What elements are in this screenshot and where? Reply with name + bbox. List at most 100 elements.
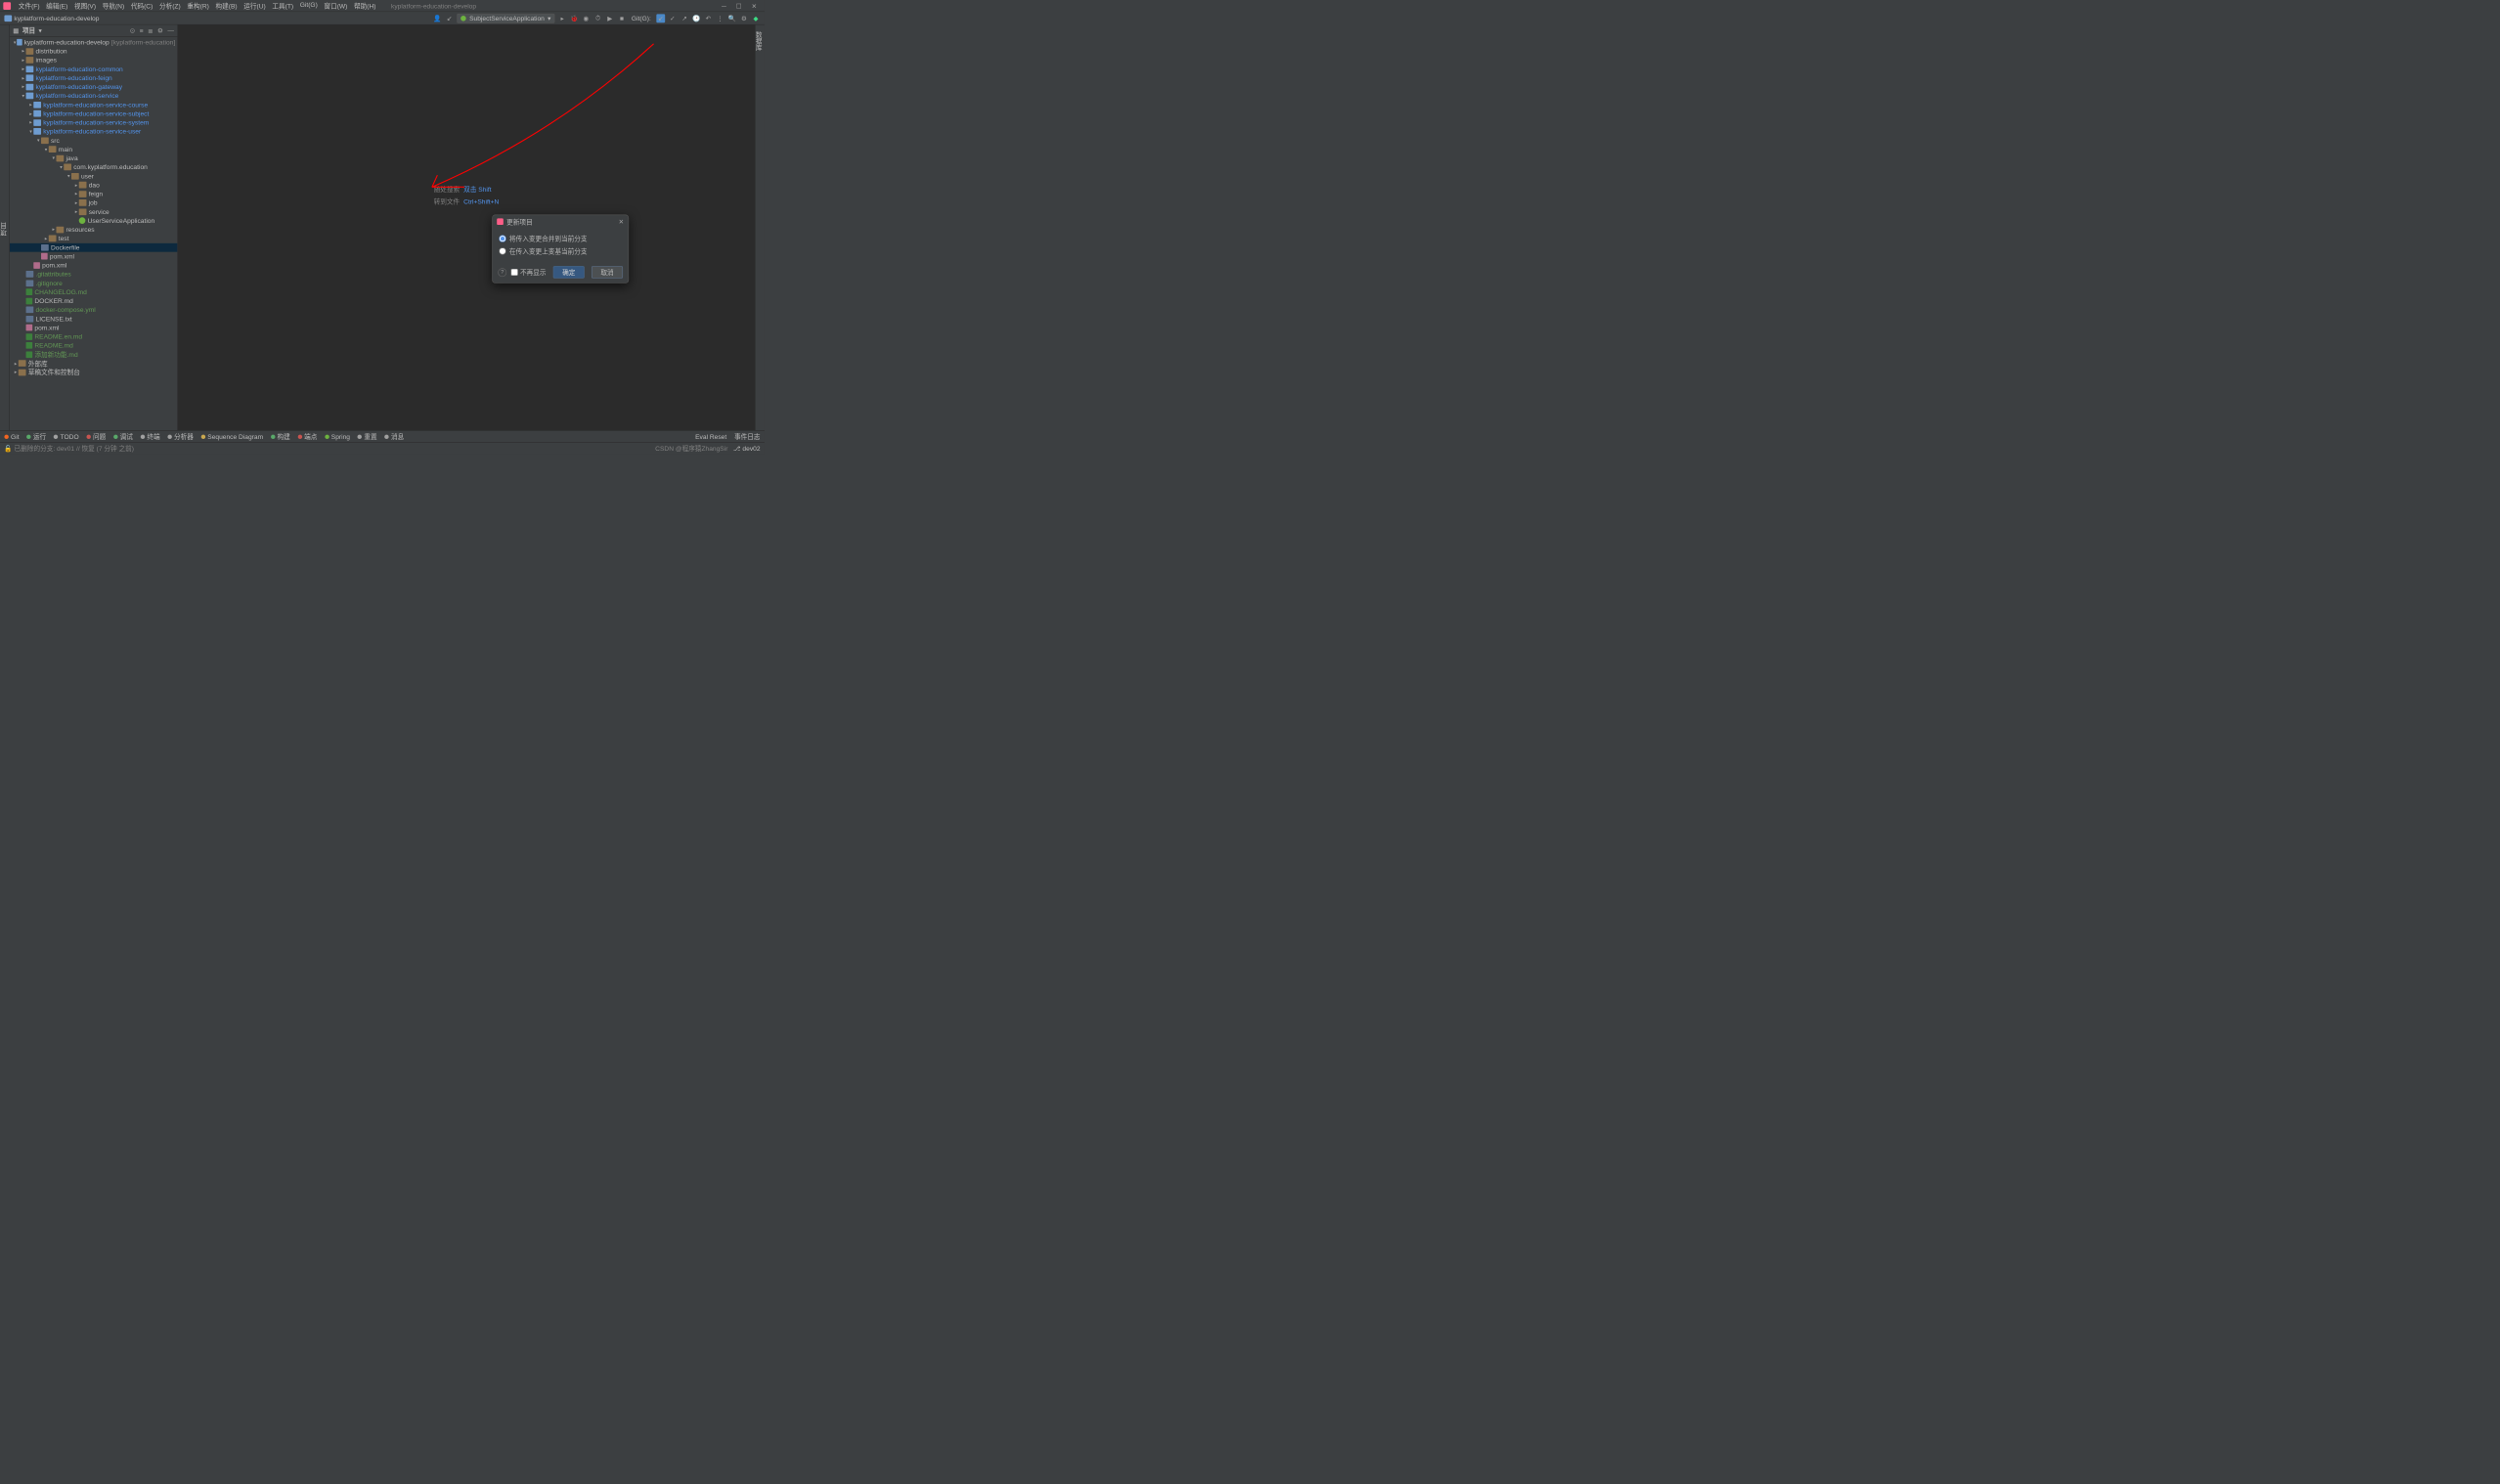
tree-row[interactable]: pom.xml: [10, 252, 177, 261]
tree-row[interactable]: LICENSE.txt: [10, 315, 177, 324]
tree-row[interactable]: ▸job: [10, 198, 177, 207]
tree-row[interactable]: ▸resources: [10, 225, 177, 234]
tree-row[interactable]: ▾user: [10, 172, 177, 181]
git-branch[interactable]: ⎇ dev02: [733, 445, 761, 453]
run-icon[interactable]: ▶: [605, 14, 614, 22]
menu-item-2[interactable]: 视图(V): [71, 0, 100, 12]
bottom-tab-问题[interactable]: 问题: [86, 432, 106, 441]
collapse-all-icon[interactable]: ≣: [148, 26, 154, 34]
dialog-close-icon[interactable]: ✕: [619, 218, 625, 226]
tree-row[interactable]: .gitattributes: [10, 270, 177, 279]
menu-item-6[interactable]: 重构(R): [184, 0, 212, 12]
radio-rebase-input[interactable]: [499, 247, 505, 254]
tree-row[interactable]: ▸kyplatform-education-service-system: [10, 118, 177, 127]
tree-row[interactable]: ▸feign: [10, 190, 177, 198]
menu-item-4[interactable]: 代码(C): [128, 0, 156, 12]
tree-row[interactable]: ▸images: [10, 56, 177, 65]
bottom-tab-重置[interactable]: 重置: [358, 432, 377, 441]
coverage-icon[interactable]: ◉: [582, 14, 591, 22]
back-arrow-icon[interactable]: ↙: [445, 14, 454, 22]
bottom-tab-spring[interactable]: Spring: [325, 432, 350, 441]
gutter-project[interactable]: 项目: [0, 28, 9, 430]
tree-row[interactable]: ▸kyplatform-education-service-subject: [10, 109, 177, 118]
search-icon[interactable]: 🔍: [727, 14, 736, 22]
tree-row[interactable]: ▸草稿文件和控制台: [10, 368, 177, 376]
tree-row[interactable]: pom.xml: [10, 324, 177, 332]
tree-row[interactable]: UserServiceApplication: [10, 216, 177, 225]
no-show-input[interactable]: [511, 269, 518, 276]
radio-merge-input[interactable]: [499, 236, 505, 242]
tree-row[interactable]: ▸distribution: [10, 47, 177, 56]
tree-row[interactable]: ▸test: [10, 234, 177, 242]
bottom-tab-端点[interactable]: 端点: [297, 432, 317, 441]
run-config-selector[interactable]: SubjectServiceApplication ▾: [457, 14, 554, 23]
menu-item-5[interactable]: 分析(Z): [156, 0, 184, 12]
tree-row[interactable]: ▾src: [10, 136, 177, 145]
tree-row[interactable]: ▸kyplatform-education-service-course: [10, 101, 177, 109]
gear-icon[interactable]: ⚙: [740, 14, 749, 22]
bottom-tab-消息[interactable]: 消息: [384, 432, 404, 441]
expand-all-icon[interactable]: ≡: [140, 26, 144, 34]
maximize-icon[interactable]: ☐: [736, 2, 742, 10]
radio-rebase[interactable]: 在传入变更上变基当前分支: [499, 245, 622, 258]
tree-row[interactable]: ▾main: [10, 145, 177, 153]
event-log-tab[interactable]: 事件日志: [734, 432, 761, 441]
bottom-tab-sequence-diagram[interactable]: Sequence Diagram: [201, 432, 263, 441]
menu-item-12[interactable]: 帮助(H): [351, 0, 379, 12]
gutter-database[interactable]: 数据库: [753, 28, 765, 430]
tree-row[interactable]: README.md: [10, 341, 177, 350]
tree-row[interactable]: docker-compose.yml: [10, 305, 177, 314]
update-project-icon[interactable]: ↙: [656, 14, 665, 22]
bottom-tab-终端[interactable]: 终端: [141, 432, 160, 441]
tree-row[interactable]: ▸service: [10, 207, 177, 216]
bottom-tab-运行[interactable]: 运行: [26, 432, 46, 441]
bug-icon[interactable]: 🐞: [570, 14, 579, 22]
menu-item-7[interactable]: 构建(B): [212, 0, 241, 12]
push-icon[interactable]: ↗: [680, 14, 689, 22]
more-icon[interactable]: ⋮: [716, 14, 724, 22]
menu-item-3[interactable]: 导航(N): [99, 0, 127, 12]
rollback-icon[interactable]: ↶: [704, 14, 713, 22]
tree-row[interactable]: DOCKER.md: [10, 296, 177, 305]
gear-icon[interactable]: ⚙: [157, 26, 163, 34]
tree-row[interactable]: README.en.md: [10, 332, 177, 341]
no-show-checkbox[interactable]: 不再显示: [511, 268, 547, 277]
menu-item-8[interactable]: 运行(U): [241, 0, 269, 12]
project-tree[interactable]: ▾kyplatform-education-develop[kyplatform…: [10, 37, 177, 431]
radio-merge[interactable]: 将传入变更合并到当前分支: [499, 233, 622, 245]
bottom-tab-git[interactable]: Git: [4, 432, 19, 441]
menu-item-1[interactable]: 编辑(E): [43, 0, 71, 12]
ide-icon[interactable]: ◆: [752, 14, 761, 22]
stop-icon[interactable]: ■: [618, 14, 627, 22]
tree-row[interactable]: pom.xml: [10, 261, 177, 270]
commit-icon[interactable]: ✓: [669, 14, 678, 22]
tree-row[interactable]: ▸kyplatform-education-gateway: [10, 82, 177, 91]
menu-item-9[interactable]: 工具(T): [269, 0, 296, 12]
ok-button[interactable]: 确定: [553, 266, 585, 279]
profiler-icon[interactable]: ⏱: [593, 14, 602, 22]
bottom-tab-分析器[interactable]: 分析器: [167, 432, 194, 441]
tree-row[interactable]: ▾kyplatform-education-service-user: [10, 127, 177, 136]
tree-row[interactable]: CHANGELOG.md: [10, 287, 177, 296]
bottom-tab-todo[interactable]: TODO: [54, 432, 79, 441]
tree-row[interactable]: Dockerfile: [10, 243, 177, 252]
minimize-icon[interactable]: ─: [722, 2, 726, 10]
history-icon[interactable]: 🕑: [692, 14, 701, 22]
menu-item-10[interactable]: Git(G): [296, 0, 321, 12]
status-lock-icon[interactable]: 🔓: [4, 445, 12, 453]
eval-reset-tab[interactable]: Eval Reset: [695, 433, 726, 441]
chevron-down-icon[interactable]: ▾: [38, 26, 41, 34]
help-icon[interactable]: ?: [498, 268, 506, 277]
menu-item-0[interactable]: 文件(F): [15, 0, 42, 12]
close-icon[interactable]: ✕: [752, 2, 758, 10]
tree-row[interactable]: ▾com.kyplatform.education: [10, 162, 177, 171]
bottom-tab-调试[interactable]: 调试: [113, 432, 133, 441]
tree-row[interactable]: 添加新功能.md: [10, 350, 177, 359]
hide-icon[interactable]: —: [167, 26, 174, 34]
tree-row[interactable]: ▸dao: [10, 181, 177, 190]
tree-row[interactable]: ▾kyplatform-education-develop[kyplatform…: [10, 38, 177, 47]
tree-row[interactable]: ▸外部库: [10, 359, 177, 368]
menu-item-11[interactable]: 窗口(W): [321, 0, 351, 12]
hammer-icon[interactable]: ▸: [558, 14, 567, 22]
select-opened-icon[interactable]: ⊙: [130, 26, 136, 34]
